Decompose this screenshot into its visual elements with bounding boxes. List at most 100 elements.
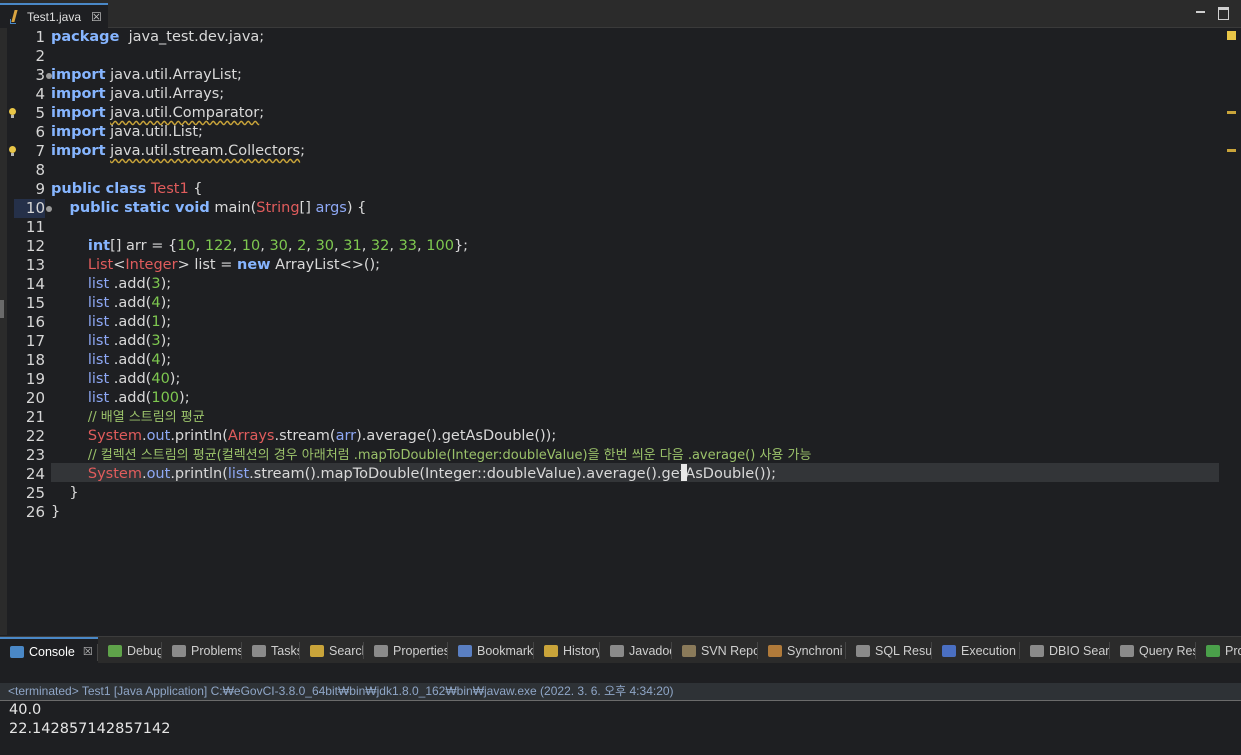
code-token: .println( bbox=[170, 466, 228, 482]
code-line[interactable]: list .add(1); bbox=[51, 313, 171, 332]
maximize-icon[interactable] bbox=[1217, 6, 1229, 20]
line-number: 1 bbox=[35, 28, 45, 46]
code-line[interactable]: import java.util.ArrayList; bbox=[51, 66, 242, 85]
search-icon bbox=[310, 644, 324, 657]
code-line[interactable]: import java.util.Comparator; bbox=[51, 104, 264, 123]
code-line[interactable]: } bbox=[51, 503, 60, 522]
view-tab-label: Synchroni bbox=[787, 643, 843, 658]
code-token: main( bbox=[209, 200, 257, 216]
code-area[interactable]: package java_test.dev.java;import java.u… bbox=[51, 28, 1219, 635]
lightbulb-warning-icon[interactable] bbox=[8, 108, 17, 119]
code-token: .stream( bbox=[274, 428, 336, 444]
code-token: 33 bbox=[398, 238, 418, 254]
code-token: new bbox=[237, 257, 271, 273]
console-output-line: 40.0 bbox=[9, 702, 42, 718]
code-token: 4 bbox=[151, 295, 161, 311]
line-number: 11 bbox=[25, 218, 45, 236]
code-token: ); bbox=[160, 314, 172, 330]
code-token: }; bbox=[453, 238, 469, 254]
code-token: java.util.Arrays; bbox=[105, 86, 225, 102]
console-output[interactable]: 40.0 22.142857142857142 bbox=[0, 700, 1241, 755]
view-tab-problems[interactable]: Problems bbox=[162, 637, 242, 664]
code-line[interactable]: package java_test.dev.java; bbox=[51, 28, 264, 47]
line-number: 25 bbox=[25, 484, 45, 502]
code-editor[interactable]: 1 2 3 4 5 6 7 8 9 10 11 12 13 14 15 16 17 18 19 20 21 22 23 24 2… bbox=[0, 28, 1241, 635]
code-line[interactable]: import java.util.List; bbox=[51, 123, 203, 142]
view-tab-sql-result[interactable]: SQL Result bbox=[846, 637, 932, 664]
view-tab-execution[interactable]: Execution bbox=[932, 637, 1020, 664]
lightbulb-warning-icon[interactable] bbox=[8, 146, 17, 157]
view-tab-console[interactable]: Console ☒ bbox=[0, 637, 98, 664]
code-token: 4 bbox=[151, 352, 161, 368]
code-token: list bbox=[87, 352, 110, 368]
code-line[interactable]: List<Integer> list = new ArrayList<>(); bbox=[51, 256, 380, 275]
view-tab-javadoc[interactable]: Javadoc bbox=[600, 637, 672, 664]
code-token: 32 bbox=[370, 238, 390, 254]
view-tab-tasks[interactable]: Tasks bbox=[242, 637, 300, 664]
code-line[interactable]: list .add(4); bbox=[51, 351, 171, 370]
line-number: 26 bbox=[25, 503, 45, 521]
code-line[interactable]: // 배열 스트림의 평균 bbox=[51, 408, 205, 427]
minimize-icon[interactable] bbox=[1195, 6, 1207, 18]
code-token: System bbox=[87, 428, 142, 444]
code-token: 100 bbox=[426, 238, 454, 254]
view-tab-properties[interactable]: Properties bbox=[364, 637, 448, 664]
overview-ruler[interactable] bbox=[1224, 28, 1241, 635]
code-token: out bbox=[146, 466, 171, 482]
close-tab-icon[interactable]: ☒ bbox=[91, 10, 102, 24]
code-line[interactable]: int[] arr = {10, 122, 10, 30, 2, 30, 31,… bbox=[51, 237, 468, 256]
code-token: getAsDouble()); bbox=[661, 466, 777, 482]
console-output-line: 22.142857142857142 bbox=[9, 721, 171, 737]
view-tab-search[interactable]: Search bbox=[300, 637, 364, 664]
line-number-gutter: 1 2 3 4 5 6 7 8 9 10 11 12 13 14 15 16 17 18 19 20 21 22 23 24 2… bbox=[7, 28, 52, 635]
code-token: ); bbox=[160, 276, 176, 292]
code-token: } bbox=[51, 504, 61, 520]
code-line[interactable]: list .add(3); bbox=[51, 275, 176, 294]
code-token: public static void bbox=[69, 200, 210, 216]
code-line[interactable]: list .add(4); bbox=[51, 294, 171, 313]
code-token: 1 bbox=[151, 314, 161, 330]
view-tab-bookmarks[interactable]: Bookmarks bbox=[448, 637, 534, 664]
view-tab-label: DBIO Searc bbox=[1049, 643, 1110, 658]
view-tab-history[interactable]: History bbox=[534, 637, 600, 664]
code-line[interactable]: import java.util.stream.Collectors; bbox=[51, 142, 305, 161]
view-tab-label: Execution bbox=[961, 643, 1016, 658]
code-line[interactable]: } bbox=[51, 484, 78, 503]
view-tab-label: Search bbox=[329, 643, 364, 658]
code-token: .stream().mapToDouble(Integer::doubleVal… bbox=[249, 466, 657, 482]
svn-icon bbox=[682, 644, 696, 657]
code-token: ); bbox=[160, 333, 172, 349]
code-line[interactable]: import java.util.Arrays; bbox=[51, 85, 224, 104]
code-line[interactable]: System.out.println(Arrays.stream(arr).av… bbox=[51, 427, 556, 446]
code-line[interactable]: list .add(40); bbox=[51, 370, 180, 389]
code-token: 10 bbox=[241, 238, 261, 254]
code-line[interactable]: // 컬렉션 스트림의 평균(컬렉션의 경우 아래처럼 .mapToDouble… bbox=[51, 446, 812, 465]
code-token: 100 bbox=[151, 390, 180, 406]
view-tab-query-resu[interactable]: Query Resu bbox=[1110, 637, 1196, 664]
bug-icon bbox=[108, 644, 122, 657]
code-line[interactable]: public class Test1 { bbox=[51, 180, 203, 199]
code-token: Arrays bbox=[227, 428, 275, 444]
editor-tab-bar: Test1.java ☒ bbox=[0, 0, 1241, 28]
code-token: .add( bbox=[109, 390, 152, 406]
view-tab-prog[interactable]: Prog bbox=[1196, 637, 1241, 664]
code-line[interactable]: list .add(3); bbox=[51, 332, 171, 351]
view-tab-svn-repo[interactable]: SVN Repo bbox=[672, 637, 758, 664]
view-tab-debug[interactable]: Debug bbox=[98, 637, 162, 664]
editor-tab-test1-java[interactable]: Test1.java ☒ bbox=[0, 3, 108, 28]
ruler-warning-marker[interactable] bbox=[1227, 111, 1236, 114]
code-token: ; bbox=[300, 143, 305, 159]
code-line[interactable]: list .add(100); bbox=[51, 389, 190, 408]
view-tab-dbio-searc[interactable]: DBIO Searc bbox=[1020, 637, 1110, 664]
close-view-icon[interactable]: ☒ bbox=[83, 645, 93, 658]
code-line[interactable]: System.out.println(list.stream().mapToDo… bbox=[51, 465, 776, 484]
ruler-warning-marker[interactable] bbox=[1227, 149, 1236, 152]
editor-left-strip bbox=[0, 28, 7, 635]
code-token: { bbox=[188, 181, 203, 197]
sash-handle[interactable] bbox=[0, 300, 4, 318]
view-tab-synchroni[interactable]: Synchroni bbox=[758, 637, 846, 664]
code-line[interactable]: public static void main(String[] args) { bbox=[51, 199, 366, 218]
